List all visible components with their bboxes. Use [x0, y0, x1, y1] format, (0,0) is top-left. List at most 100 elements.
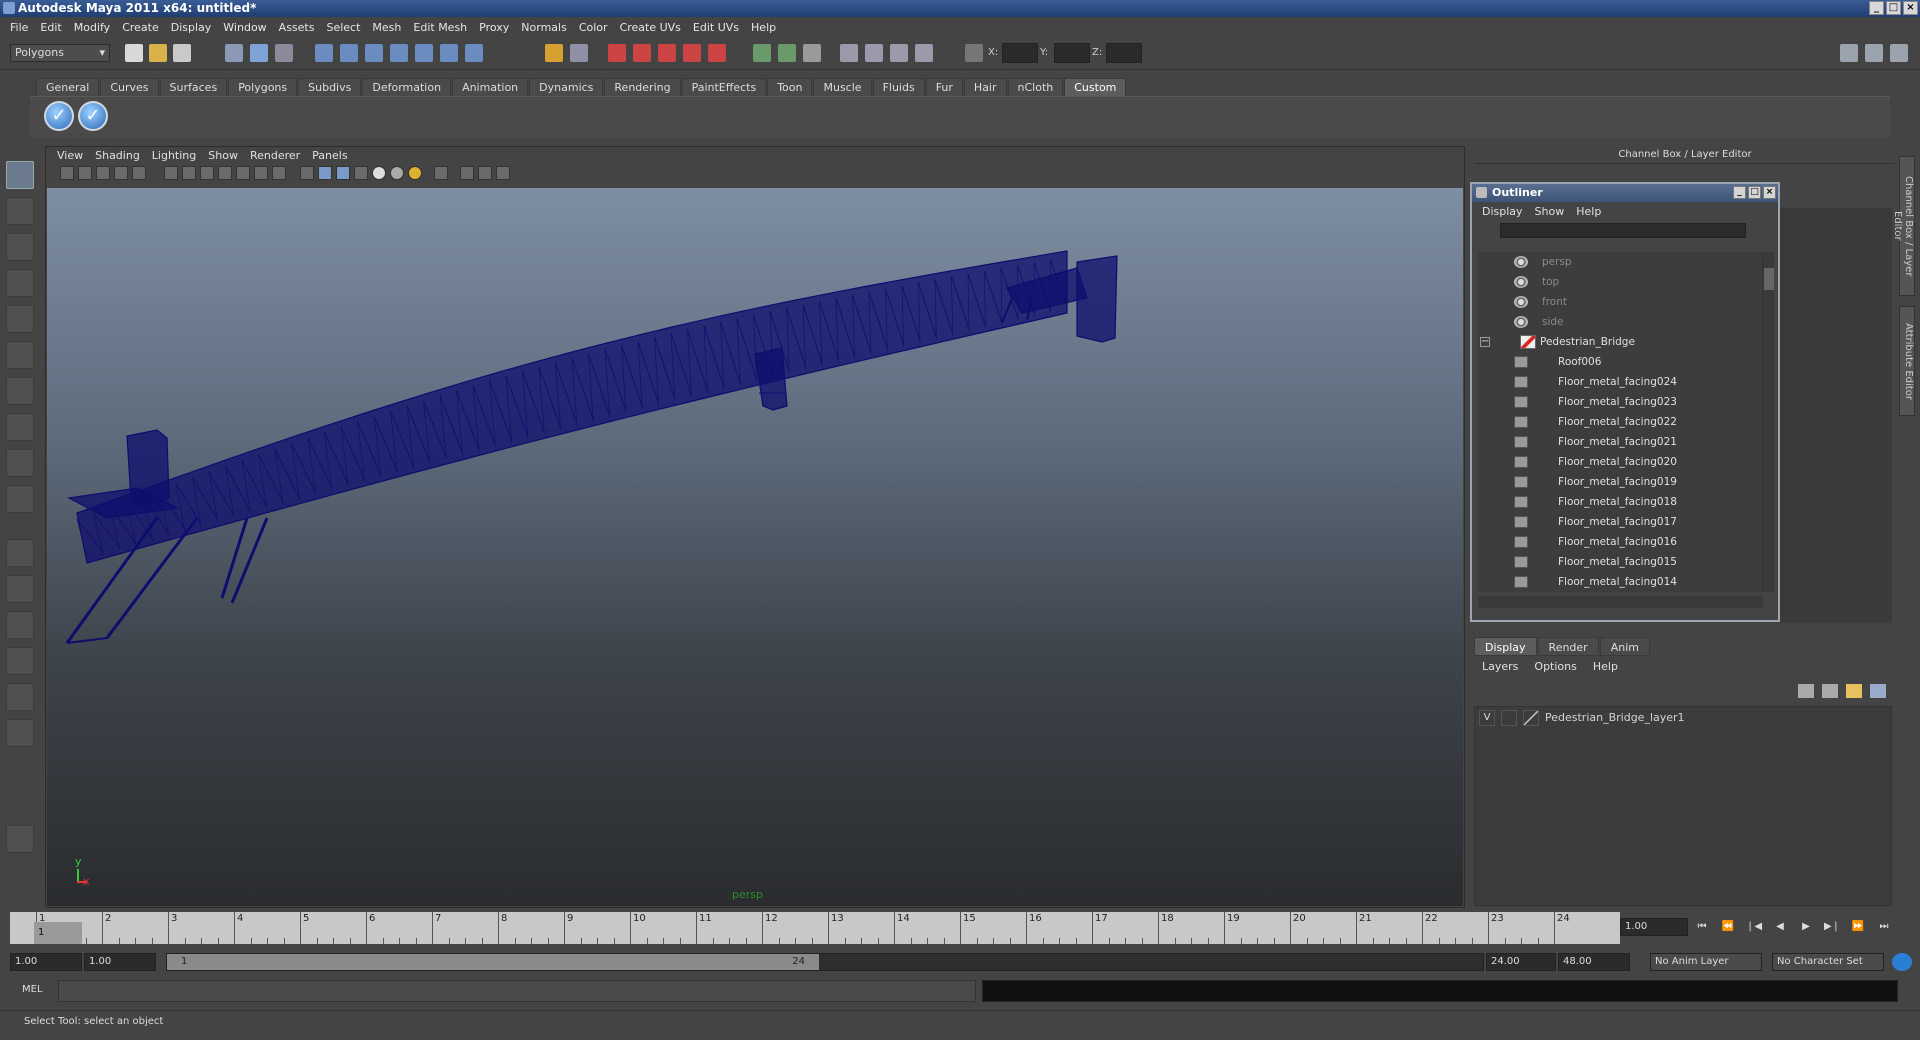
new-layer-icon[interactable]: [1846, 684, 1862, 698]
show-hide-icon-4[interactable]: [915, 44, 933, 62]
persp-outliner-layout-icon[interactable]: [6, 611, 34, 639]
layer-menu-options[interactable]: Options: [1526, 658, 1584, 676]
outliner-item-top[interactable]: top: [1478, 272, 1763, 292]
close-button[interactable]: ×: [1903, 1, 1918, 15]
new-scene-icon[interactable]: [125, 44, 143, 62]
grid-icon[interactable]: [164, 166, 178, 180]
command-language-label[interactable]: MEL: [22, 984, 43, 995]
shelf-tab-fur[interactable]: Fur: [925, 78, 963, 96]
camera-attributes-icon[interactable]: [78, 166, 92, 180]
shelf-checkmark-button-2[interactable]: ✓: [78, 101, 108, 131]
character-set-dropdown[interactable]: No Character Set: [1772, 953, 1884, 971]
outliner-item-floor022[interactable]: Floor_metal_facing022: [1478, 412, 1763, 432]
x-field[interactable]: [1002, 43, 1038, 63]
layer-color-swatch[interactable]: [1523, 710, 1539, 726]
isolate-select-icon[interactable]: [434, 166, 448, 180]
outliner-item-floor014[interactable]: Floor_metal_facing014: [1478, 572, 1763, 592]
paint-select-tool-icon[interactable]: [6, 233, 34, 261]
channel-box-side-tab[interactable]: Channel Box / Layer Editor: [1892, 156, 1915, 296]
persp-graph-outliner-layout-icon[interactable]: [6, 719, 34, 747]
open-scene-icon[interactable]: [149, 44, 167, 62]
collapse-toggle-icon[interactable]: −: [1480, 337, 1490, 347]
outliner-item-roof006[interactable]: Roof006: [1478, 352, 1763, 372]
maya-app-icon[interactable]: [3, 2, 15, 14]
all-lights-icon[interactable]: [390, 166, 404, 180]
playback-range-slider[interactable]: 1 24: [166, 953, 1484, 971]
minimize-button[interactable]: _: [1869, 1, 1884, 15]
outliner-titlebar[interactable]: Outliner _ □ ×: [1472, 184, 1778, 202]
shelf-tab-painteffects[interactable]: PaintEffects: [681, 78, 767, 96]
xray-components-icon[interactable]: [496, 166, 510, 180]
move-tool-icon[interactable]: [6, 269, 34, 297]
xray-joints-icon[interactable]: [478, 166, 492, 180]
go-to-start-icon[interactable]: ⏮: [1694, 920, 1710, 934]
toggle-channel-box-icon[interactable]: [1890, 44, 1908, 62]
layer-menu-layers[interactable]: Layers: [1474, 658, 1526, 676]
menu-window[interactable]: Window: [217, 21, 272, 34]
menu-help[interactable]: Help: [745, 21, 782, 34]
playback-end-field[interactable]: 24.00: [1486, 953, 1556, 971]
outliner-maximize-button[interactable]: □: [1748, 186, 1761, 199]
bridge-wireframe-model[interactable]: [47, 188, 1463, 906]
render-globals-icon[interactable]: [778, 44, 796, 62]
toggle-attribute-editor-icon[interactable]: [1840, 44, 1858, 62]
menu-modify[interactable]: Modify: [68, 21, 116, 34]
lock-icon[interactable]: [545, 44, 563, 62]
layer-tab-display[interactable]: Display: [1474, 637, 1537, 656]
shelf-tab-rendering[interactable]: Rendering: [604, 78, 681, 96]
shelf-tab-ncloth[interactable]: nCloth: [1007, 78, 1064, 96]
menu-mesh[interactable]: Mesh: [366, 21, 407, 34]
select-tool-icon[interactable]: [6, 161, 34, 189]
input-ops-icon[interactable]: [608, 44, 626, 62]
step-forward-key-icon[interactable]: ⏩: [1850, 920, 1866, 934]
animation-start-field[interactable]: 1.00: [10, 953, 82, 971]
step-back-key-icon[interactable]: ⏪: [1720, 920, 1736, 934]
shelf-tab-subdivs[interactable]: Subdivs: [298, 78, 362, 96]
show-manipulator-icon[interactable]: [6, 449, 34, 477]
render-frame-icon[interactable]: [683, 44, 701, 62]
menu-edit-uvs[interactable]: Edit UVs: [687, 21, 745, 34]
menu-edit-mesh[interactable]: Edit Mesh: [407, 21, 473, 34]
smooth-shade-icon[interactable]: [318, 166, 332, 180]
history-icon[interactable]: [440, 44, 458, 62]
shelf-tab-polygons[interactable]: Polygons: [228, 78, 298, 96]
shelf-tab-curves[interactable]: Curves: [100, 78, 159, 96]
outliner-item-floor023[interactable]: Floor_metal_facing023: [1478, 392, 1763, 412]
snap-point-icon[interactable]: [365, 44, 383, 62]
outliner-item-floor016[interactable]: Floor_metal_facing016: [1478, 532, 1763, 552]
play-forwards-icon[interactable]: ▶: [1798, 920, 1814, 934]
menu-color[interactable]: Color: [573, 21, 614, 34]
outliner-filter-field[interactable]: [1500, 223, 1746, 238]
outliner-item-floor018[interactable]: Floor_metal_facing018: [1478, 492, 1763, 512]
film-gate-icon[interactable]: [182, 166, 196, 180]
make-live-icon[interactable]: [415, 44, 433, 62]
shelf-tab-fluids[interactable]: Fluids: [872, 78, 925, 96]
play-backwards-icon[interactable]: ◀: [1772, 920, 1788, 934]
lasso-tool-icon[interactable]: [6, 197, 34, 225]
outliner-item-floor024[interactable]: Floor_metal_facing024: [1478, 372, 1763, 392]
outliner-menu-help[interactable]: Help: [1570, 205, 1607, 218]
viewport-menu-renderer[interactable]: Renderer: [244, 148, 306, 164]
safe-action-icon[interactable]: [254, 166, 268, 180]
ipr-render-icon[interactable]: [708, 44, 726, 62]
image-plane-icon[interactable]: [114, 166, 128, 180]
gate-mask-icon[interactable]: [218, 166, 232, 180]
viewport-menu-shading[interactable]: Shading: [89, 148, 146, 164]
move-layer-down-icon[interactable]: [1822, 684, 1838, 698]
attribute-editor-side-tab[interactable]: Attribute Editor: [1899, 306, 1915, 416]
menu-file[interactable]: File: [4, 21, 34, 34]
select-by-hierarchy-icon[interactable]: [225, 44, 243, 62]
snap-view-plane-icon[interactable]: [390, 44, 408, 62]
anim-layer-dropdown[interactable]: No Anim Layer: [1650, 953, 1762, 971]
outliner-close-button[interactable]: ×: [1763, 186, 1776, 199]
layer-type-toggle[interactable]: [1501, 710, 1517, 726]
field-chart-icon[interactable]: [236, 166, 250, 180]
toggle-tool-settings-icon[interactable]: [1865, 44, 1883, 62]
scale-tool-icon[interactable]: [6, 341, 34, 369]
outliner-item-side[interactable]: side: [1478, 312, 1763, 332]
shelf-tab-muscle[interactable]: Muscle: [813, 78, 872, 96]
default-lighting-icon[interactable]: [372, 166, 386, 180]
menu-proxy[interactable]: Proxy: [473, 21, 515, 34]
xray-icon[interactable]: [460, 166, 474, 180]
wireframe-on-shaded-icon[interactable]: [336, 166, 350, 180]
